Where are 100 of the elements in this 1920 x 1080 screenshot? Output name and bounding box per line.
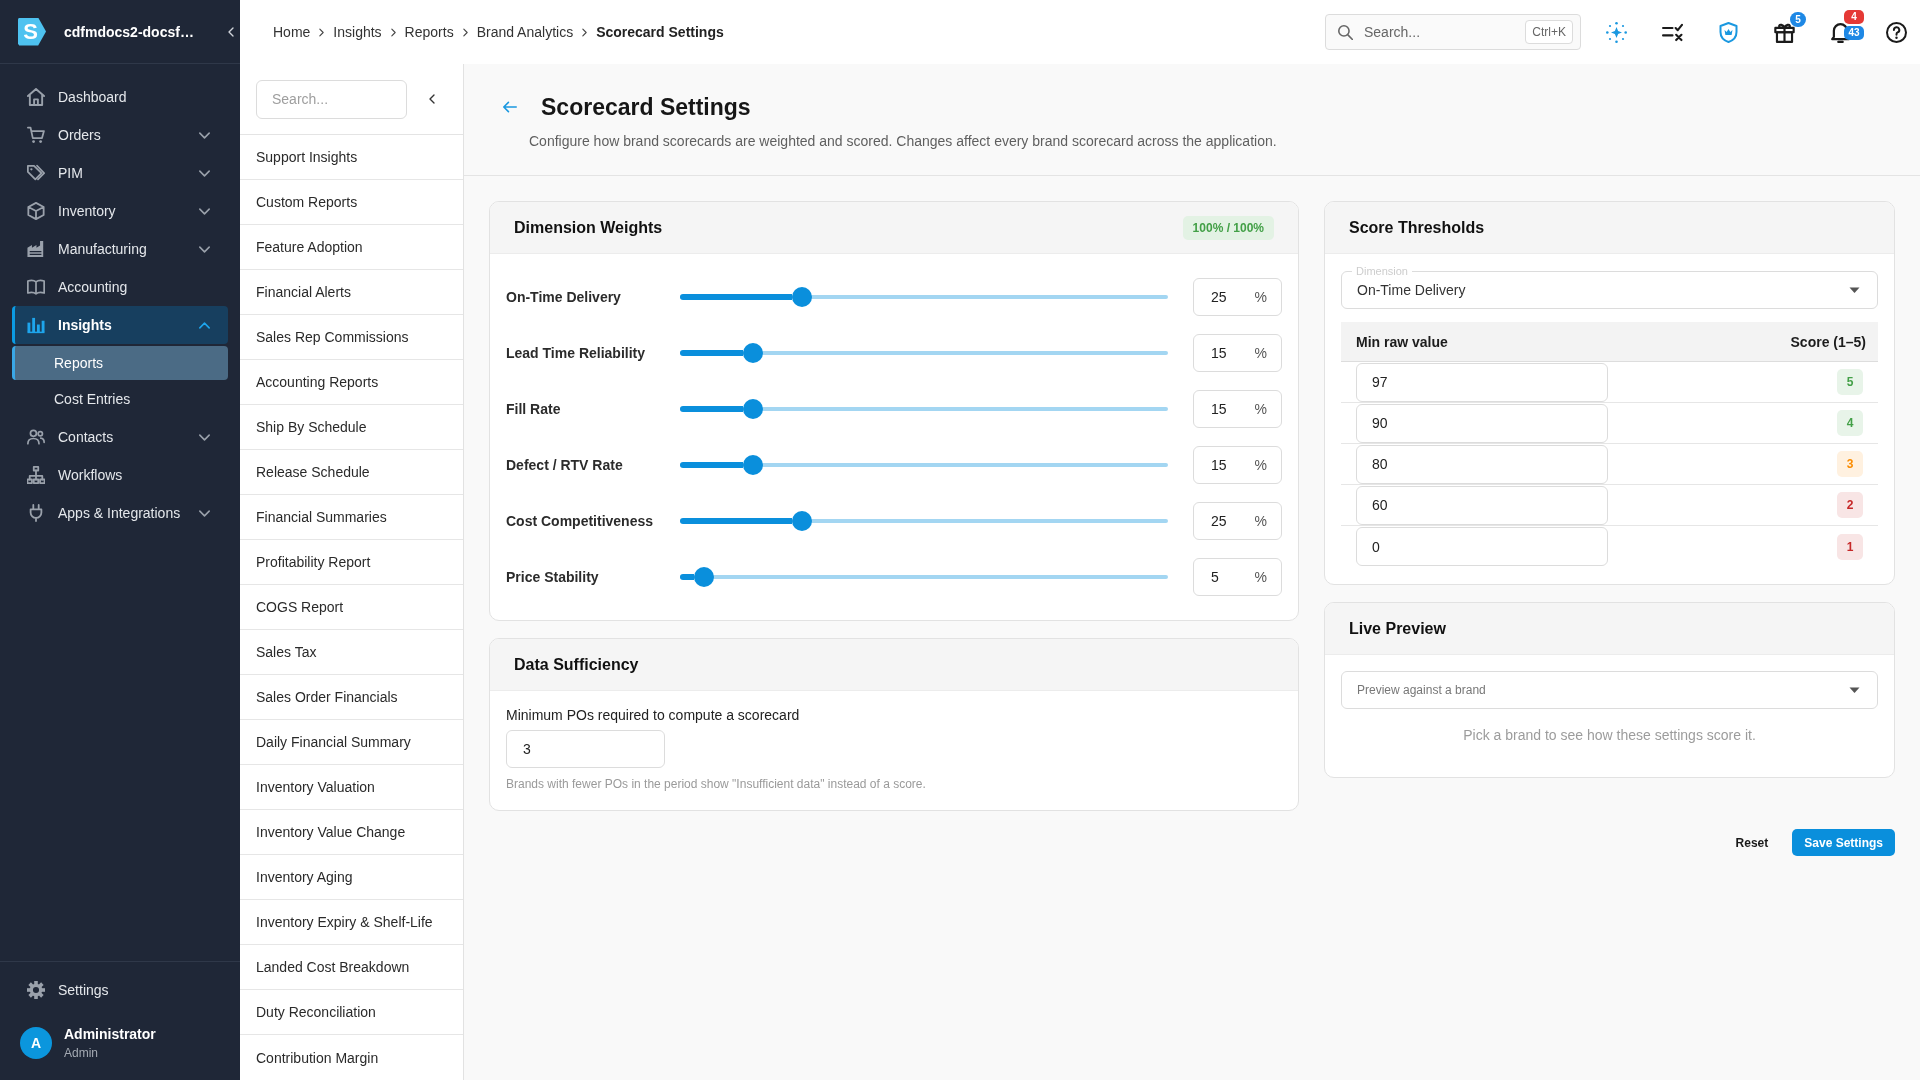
- report-link[interactable]: Accounting Reports: [240, 360, 463, 405]
- chevron-right-icon: [390, 27, 396, 37]
- field-label: Minimum POs required to compute a scorecard: [506, 707, 801, 723]
- gift-icon[interactable]: [1773, 21, 1795, 43]
- report-link[interactable]: Ship By Schedule: [240, 405, 463, 450]
- score-badge: 1: [1837, 533, 1863, 560]
- total-badge: 100% / 100%: [1182, 215, 1274, 240]
- nav-item[interactable]: Dashboard: [12, 78, 228, 116]
- slider-thumb[interactable]: [743, 399, 764, 419]
- empty-message: Pick a brand to see how these settings score it.: [1462, 727, 1757, 743]
- nav-item[interactable]: Orders: [12, 116, 228, 154]
- nav-subitem[interactable]: Reports: [12, 346, 228, 380]
- unit-label: %: [1254, 401, 1267, 417]
- nav-item[interactable]: Accounting: [12, 268, 228, 306]
- field-value: 25: [1211, 289, 1228, 305]
- report-link[interactable]: Release Schedule: [240, 450, 463, 495]
- people-icon: [27, 428, 45, 446]
- weight-field[interactable]: 15 %: [1193, 334, 1282, 372]
- checklist-icon[interactable]: [1661, 21, 1683, 43]
- slider-thumb[interactable]: [743, 343, 764, 363]
- nav-item[interactable]: Contacts: [12, 418, 228, 456]
- report-link[interactable]: Inventory Aging: [240, 855, 463, 900]
- unit-label: %: [1254, 289, 1267, 305]
- dimension-label: Lead Time Reliability: [506, 345, 646, 361]
- dimension-label: Cost Competitiveness: [506, 513, 655, 529]
- weight-field[interactable]: 15 %: [1193, 390, 1282, 428]
- chevron-right-icon: [582, 27, 588, 37]
- report-link[interactable]: Inventory Valuation: [240, 765, 463, 810]
- sitemap-icon: [27, 466, 45, 484]
- slider-thumb[interactable]: [792, 287, 812, 307]
- card-title: Data Sufficiency: [514, 655, 639, 674]
- number-field[interactable]: 3: [506, 730, 665, 768]
- breadcrumb-link[interactable]: Insights: [333, 24, 382, 40]
- nav-item[interactable]: Apps & Integrations: [12, 494, 228, 532]
- slider-thumb[interactable]: [694, 567, 715, 587]
- back-arrow-icon[interactable]: [503, 101, 517, 113]
- help-icon[interactable]: [1885, 21, 1907, 43]
- min-value-field[interactable]: 90: [1356, 403, 1608, 443]
- min-value-field[interactable]: 0: [1356, 527, 1608, 566]
- app-logo: S: [18, 17, 46, 46]
- weight-field[interactable]: 25 %: [1193, 278, 1282, 316]
- report-link[interactable]: Sales Rep Commissions: [240, 315, 463, 360]
- slider-thumb[interactable]: [792, 511, 812, 531]
- min-value-field[interactable]: 80: [1356, 444, 1608, 484]
- cube-icon: [27, 202, 45, 220]
- factory-icon: [27, 240, 45, 258]
- report-link[interactable]: COGS Report: [240, 585, 463, 630]
- nav-item[interactable]: Settings: [12, 971, 228, 1009]
- breadcrumb-link[interactable]: Brand Analytics: [476, 24, 574, 40]
- report-link[interactable]: Support Insights: [240, 135, 463, 180]
- field-value: 80: [1372, 456, 1388, 472]
- unit-label: %: [1254, 457, 1267, 473]
- breadcrumb-link[interactable]: Home: [273, 24, 311, 40]
- report-link[interactable]: Financial Summaries: [240, 495, 463, 540]
- report-link[interactable]: Landed Cost Breakdown: [240, 945, 463, 990]
- report-link[interactable]: Duty Reconciliation: [240, 990, 463, 1035]
- caret-down-icon: [1849, 687, 1860, 693]
- report-link[interactable]: Profitability Report: [240, 540, 463, 585]
- sparkle-icon[interactable]: [1605, 21, 1627, 43]
- weight-field[interactable]: 5 %: [1193, 558, 1282, 596]
- weight-field[interactable]: 25 %: [1193, 502, 1282, 540]
- field-value: 60: [1372, 497, 1388, 513]
- nav-item[interactable]: Manufacturing: [12, 230, 228, 268]
- chevron-left-icon[interactable]: [429, 94, 435, 104]
- shield-icon[interactable]: [1717, 21, 1739, 43]
- weight-field[interactable]: 15 %: [1193, 446, 1282, 484]
- report-link[interactable]: Custom Reports: [240, 180, 463, 225]
- nav-item[interactable]: Inventory: [12, 192, 228, 230]
- report-link[interactable]: Feature Adoption: [240, 225, 463, 270]
- search-field[interactable]: Search... Ctrl+K: [1325, 14, 1581, 50]
- card-title: Score Thresholds: [1349, 218, 1485, 237]
- report-link[interactable]: Inventory Value Change: [240, 810, 463, 855]
- nav-item[interactable]: Insights: [12, 306, 228, 344]
- reset-button[interactable]: Reset: [1725, 829, 1779, 856]
- min-value-field[interactable]: 97: [1356, 362, 1608, 402]
- chevron-right-icon: [462, 27, 468, 37]
- home-icon: [27, 88, 45, 106]
- nav-subitem[interactable]: Cost Entries: [12, 382, 228, 416]
- save-button[interactable]: Save Settings: [1792, 829, 1895, 856]
- report-link[interactable]: Sales Order Financials: [240, 675, 463, 720]
- nav-item[interactable]: PIM: [12, 154, 228, 192]
- card-title: Live Preview: [1349, 619, 1446, 638]
- breadcrumb-link[interactable]: Reports: [404, 24, 454, 40]
- field-value: 5: [1211, 569, 1220, 585]
- report-link[interactable]: Financial Alerts: [240, 270, 463, 315]
- helper-text: Brands with fewer POs in the period show "Insufficient data" instead of a score.: [506, 777, 927, 791]
- chevron-right-icon: [319, 27, 325, 37]
- nav-item[interactable]: Workflows: [12, 456, 228, 494]
- report-link[interactable]: Inventory Expiry & Shelf-Life: [240, 900, 463, 945]
- field-value: 15: [1211, 401, 1228, 417]
- report-link[interactable]: Contribution Margin: [240, 1035, 463, 1080]
- min-value-field[interactable]: 60: [1356, 485, 1608, 525]
- dimension-label: On-Time Delivery: [506, 289, 622, 305]
- brand-select[interactable]: Preview against a brand: [1341, 671, 1878, 709]
- report-link[interactable]: Sales Tax: [240, 630, 463, 675]
- slider-thumb[interactable]: [743, 455, 764, 475]
- report-link[interactable]: Daily Financial Summary: [240, 720, 463, 765]
- field-value: 3: [523, 741, 531, 757]
- gear-icon: [27, 981, 45, 999]
- bar-chart-icon: [27, 316, 45, 334]
